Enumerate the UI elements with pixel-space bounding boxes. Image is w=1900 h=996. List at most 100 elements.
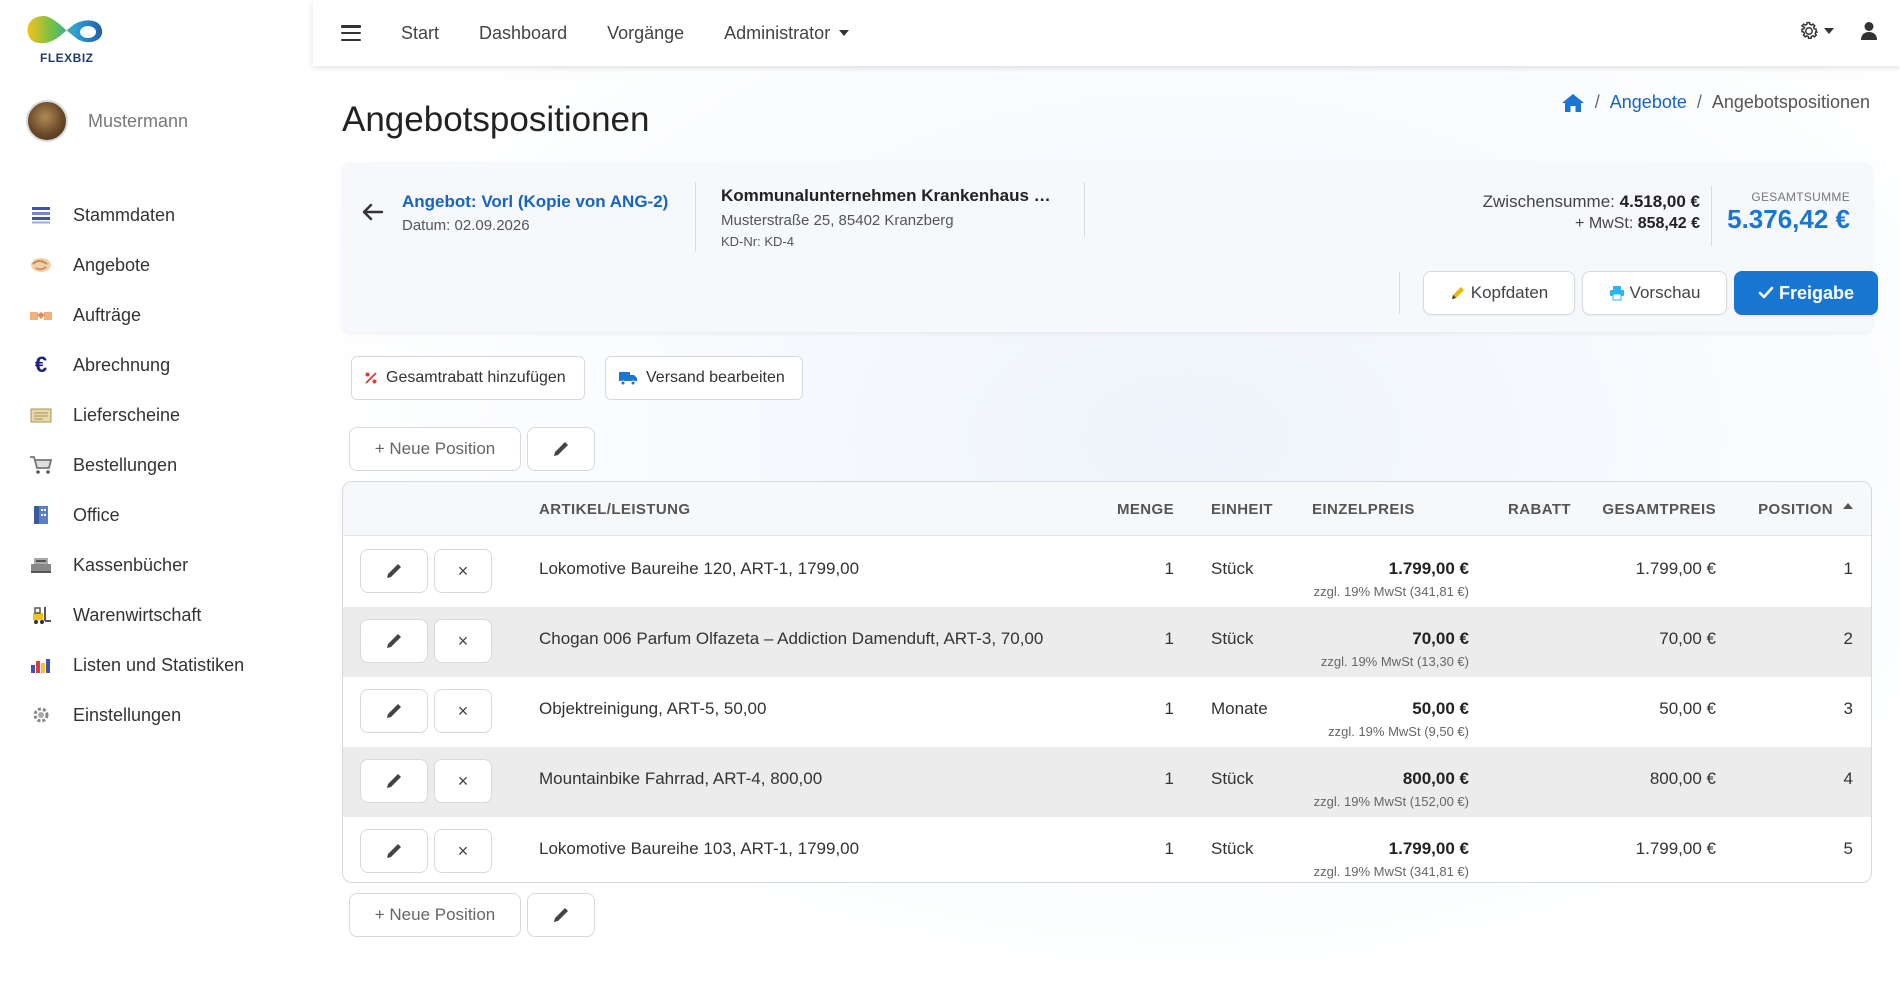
breadcrumb-link-angebote[interactable]: Angebote bbox=[1610, 92, 1687, 113]
topnav-dashboard[interactable]: Dashboard bbox=[479, 23, 567, 44]
sidebar-item-warenwirtschaft[interactable]: Warenwirtschaft bbox=[28, 590, 308, 640]
add-total-discount-button[interactable]: Gesamtrabatt hinzufügen bbox=[351, 356, 585, 400]
cell-mwst-info: zzgl. 19% MwSt (13,30 €) bbox=[1320, 654, 1469, 669]
vat-value: 858,42 € bbox=[1637, 215, 1700, 232]
col-header-artikel[interactable]: ARTIKEL/LEISTUNG bbox=[539, 501, 690, 518]
sidebar-item-listen-statistiken[interactable]: Listen und Statistiken bbox=[28, 640, 308, 690]
sidebar-item-label: Office bbox=[73, 504, 120, 525]
edit-row-button[interactable] bbox=[360, 549, 428, 593]
cell-position: 1 bbox=[1843, 559, 1853, 578]
customer-address: Musterstraße 25, 85402 Kranzberg bbox=[721, 212, 954, 229]
delete-row-button[interactable]: × bbox=[434, 759, 492, 803]
gear-icon bbox=[28, 704, 54, 726]
forklift-icon bbox=[28, 604, 54, 626]
pencil-icon bbox=[387, 774, 401, 788]
edit-row-button[interactable] bbox=[360, 759, 428, 803]
back-arrow-icon[interactable] bbox=[360, 202, 384, 222]
logo-text: FLEXBIZ bbox=[40, 51, 94, 65]
vat-label: + MwSt: bbox=[1575, 215, 1634, 232]
topnav-administrator[interactable]: Administrator bbox=[724, 23, 850, 44]
cell-position: 4 bbox=[1843, 769, 1853, 788]
home-icon[interactable] bbox=[1561, 93, 1585, 113]
delete-row-button[interactable]: × bbox=[434, 829, 492, 873]
col-header-gesamtpreis[interactable]: GESAMTPREIS bbox=[1602, 501, 1716, 518]
delivery-note-icon bbox=[28, 404, 54, 426]
edit-row-button[interactable] bbox=[360, 829, 428, 873]
sidebar-item-angebote[interactable]: Angebote bbox=[28, 240, 308, 290]
sidebar-item-einstellungen[interactable]: Einstellungen bbox=[28, 690, 308, 740]
handshake-icon bbox=[28, 254, 54, 276]
offer-header-card: Angebot: Vorl (Kopie von ANG-2) Datum: 0… bbox=[342, 162, 1878, 332]
sidebar-item-auftraege[interactable]: Aufträge bbox=[28, 290, 308, 340]
col-header-rabatt[interactable]: RABATT bbox=[1508, 501, 1571, 518]
pencil-icon bbox=[387, 704, 401, 718]
edit-shipping-button[interactable]: Versand bearbeiten bbox=[605, 356, 803, 400]
sidebar-item-office[interactable]: Office bbox=[28, 490, 308, 540]
cell-mwst-info: zzgl. 19% MwSt (152,00 €) bbox=[1313, 794, 1469, 809]
sidebar: FLEXBIZ Mustermann Stammdaten Angebote A… bbox=[0, 0, 313, 996]
cell-gesamtpreis: 50,00 € bbox=[1659, 699, 1716, 718]
col-header-einzelpreis[interactable]: EINZELPREIS bbox=[1312, 501, 1415, 518]
table-row: × Lokomotive Baureihe 120, ART-1, 1799,0… bbox=[343, 537, 1871, 607]
deal-icon bbox=[28, 304, 54, 326]
edit-row-button[interactable] bbox=[360, 689, 428, 733]
main-content: Angebotspositionen / Angebote / Angebots… bbox=[313, 66, 1900, 996]
sidebar-item-abrechnung[interactable]: € Abrechnung bbox=[28, 340, 308, 390]
logo-infinity-icon bbox=[27, 16, 103, 44]
truck-icon bbox=[618, 370, 638, 386]
avatar[interactable] bbox=[26, 100, 68, 142]
offer-title-link[interactable]: Angebot: Vorl (Kopie von ANG-2) bbox=[402, 192, 668, 212]
delete-row-button[interactable]: × bbox=[434, 619, 492, 663]
col-header-einheit[interactable]: EINHEIT bbox=[1211, 501, 1273, 518]
cell-gesamtpreis: 1.799,00 € bbox=[1635, 559, 1716, 578]
bulk-edit-button[interactable] bbox=[527, 893, 595, 937]
edit-row-button[interactable] bbox=[360, 619, 428, 663]
cell-position: 3 bbox=[1843, 699, 1853, 718]
pencil-icon bbox=[387, 844, 401, 858]
sidebar-item-label: Angebote bbox=[73, 254, 151, 275]
cell-artikel: Chogan 006 Parfum Olfazeta – Addiction D… bbox=[539, 629, 1044, 648]
pencil-icon bbox=[387, 634, 401, 648]
vat: + MwSt: 858,42 € bbox=[1575, 215, 1700, 233]
cell-artikel: Lokomotive Baureihe 103, ART-1, 1799,00 bbox=[539, 839, 860, 858]
sidebar-item-bestellungen[interactable]: Bestellungen bbox=[28, 440, 308, 490]
cell-position: 2 bbox=[1843, 629, 1853, 648]
user-profile[interactable]: Mustermann bbox=[26, 100, 188, 142]
delete-row-button[interactable]: × bbox=[434, 549, 492, 593]
freigabe-label: Freigabe bbox=[1778, 282, 1855, 303]
kopfdaten-button[interactable]: Kopfdaten bbox=[1423, 271, 1575, 315]
sidebar-item-kassenbuecher[interactable]: Kassenbücher bbox=[28, 540, 308, 590]
freigabe-button[interactable]: Freigabe bbox=[1734, 271, 1878, 315]
delete-row-button[interactable]: × bbox=[434, 689, 492, 733]
chevron-down-icon bbox=[1824, 28, 1834, 34]
bulk-edit-button[interactable] bbox=[527, 427, 595, 471]
offer-date: Datum: 02.09.2026 bbox=[402, 217, 530, 234]
topnav-vorgaenge[interactable]: Vorgänge bbox=[607, 23, 684, 44]
sort-asc-icon bbox=[1843, 503, 1853, 509]
pencil-icon bbox=[554, 442, 568, 456]
sidebar-nav: Stammdaten Angebote Aufträge € Abrechnun… bbox=[28, 190, 308, 740]
bar-chart-icon bbox=[28, 654, 54, 676]
sidebar-item-lieferscheine[interactable]: Lieferscheine bbox=[28, 390, 308, 440]
add-total-discount-label: Gesamtrabatt hinzufügen bbox=[386, 369, 566, 386]
new-position-button[interactable]: + Neue Position bbox=[349, 893, 521, 937]
breadcrumb-current: Angebotspositionen bbox=[1711, 92, 1870, 112]
vorschau-button[interactable]: Vorschau bbox=[1582, 271, 1727, 315]
settings-dropdown[interactable] bbox=[1798, 20, 1834, 42]
cell-menge: 1 bbox=[1164, 839, 1174, 858]
col-header-position-label: POSITION bbox=[1758, 501, 1833, 518]
col-header-position[interactable]: POSITION bbox=[1758, 501, 1853, 518]
user-icon[interactable] bbox=[1860, 21, 1878, 41]
new-position-button[interactable]: + Neue Position bbox=[349, 427, 521, 471]
settings-gear-icon bbox=[1800, 21, 1818, 39]
hamburger-menu-icon[interactable] bbox=[341, 25, 361, 41]
sidebar-item-stammdaten[interactable]: Stammdaten bbox=[28, 190, 308, 240]
cell-gesamtpreis: 70,00 € bbox=[1659, 629, 1716, 648]
topnav-start[interactable]: Start bbox=[401, 23, 439, 44]
close-icon: × bbox=[457, 840, 469, 861]
euro-icon: € bbox=[34, 352, 48, 377]
vorschau-label: Vorschau bbox=[1629, 283, 1701, 302]
pencil-icon bbox=[1451, 287, 1464, 299]
col-header-menge[interactable]: MENGE bbox=[1117, 501, 1174, 518]
kopfdaten-label: Kopfdaten bbox=[1470, 283, 1549, 302]
